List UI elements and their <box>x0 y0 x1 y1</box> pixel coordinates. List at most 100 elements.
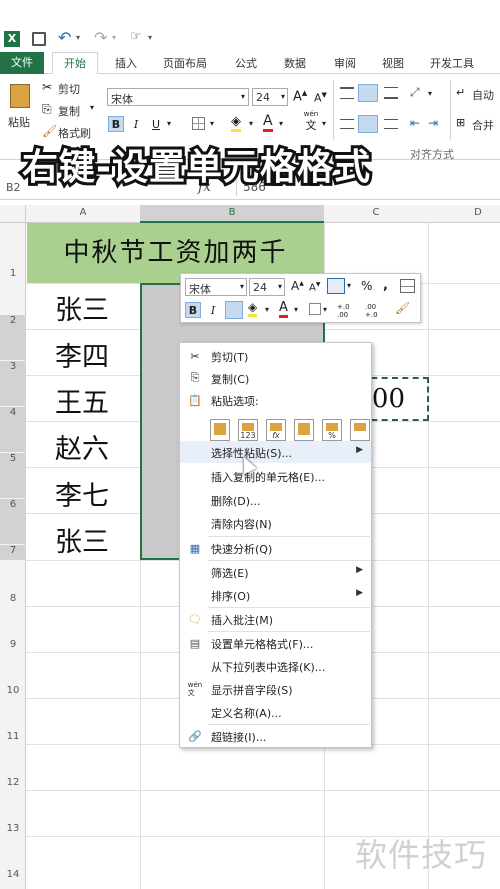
decrease-indent-icon[interactable]: ⇤ <box>410 116 420 130</box>
mini-format-table-icon[interactable] <box>400 279 415 293</box>
paste-icon[interactable] <box>210 419 230 441</box>
column-header-b[interactable]: B <box>140 205 324 223</box>
row-header[interactable]: 14 <box>0 869 26 880</box>
menu-item-insert-comment[interactable]: 🗨 插入批注(M) <box>180 608 371 630</box>
cell-name[interactable]: 张三 <box>55 520 109 559</box>
tab-formulas[interactable]: 公式 <box>235 55 257 71</box>
row-header[interactable]: 5 <box>0 453 26 498</box>
fill-color-icon[interactable]: ◈ <box>231 114 241 132</box>
mini-decrease-font-icon[interactable]: A▼ <box>309 281 320 293</box>
row-header[interactable]: 11 <box>0 731 26 742</box>
row-header[interactable]: 4 <box>0 407 26 452</box>
phonetic-icon[interactable]: wén 文 <box>300 109 322 135</box>
paste-formatting-icon[interactable]: % <box>322 419 342 441</box>
orientation-dropdown-icon[interactable]: ▾ <box>428 89 432 98</box>
align-bottom-icon[interactable] <box>384 87 398 99</box>
cut-button[interactable]: ✂ 剪切 <box>42 80 102 96</box>
phonetic-dropdown-icon[interactable]: ▾ <box>322 119 326 128</box>
increase-indent-icon[interactable]: ⇥ <box>428 116 438 130</box>
mini-fill-color-icon[interactable]: ◈ <box>248 300 258 317</box>
row-header[interactable]: 7 <box>0 545 26 560</box>
menu-item-cut[interactable]: ✂ 剪切(T) <box>180 345 371 367</box>
italic-button[interactable]: I <box>128 116 144 132</box>
mini-italic-button[interactable]: I <box>205 302 221 318</box>
font-name-select[interactable]: 宋体 ▾ <box>107 88 249 106</box>
mini-percent-icon[interactable]: % <box>361 279 372 293</box>
tab-page-layout[interactable]: 页面布局 <box>163 55 207 71</box>
tab-view[interactable]: 视图 <box>382 55 404 71</box>
column-header-d[interactable]: D <box>428 207 500 218</box>
save-icon[interactable] <box>32 32 46 46</box>
underline-button[interactable]: U <box>148 116 164 132</box>
mini-font-size-select[interactable]: 24 ▾ <box>249 278 285 296</box>
cell-name[interactable]: 王五 <box>55 381 109 420</box>
row-header[interactable]: 10 <box>0 685 26 696</box>
orientation-icon[interactable]: ⤢ <box>410 85 420 100</box>
align-center-icon[interactable] <box>358 115 378 133</box>
copy-dropdown-icon[interactable]: ▾ <box>90 103 94 112</box>
mini-font-color-icon[interactable]: A <box>279 300 288 318</box>
paste-formulas-icon[interactable]: fx <box>266 419 286 441</box>
menu-item-show-phonetic[interactable]: wén 文 显示拼音字段(S) <box>180 678 371 700</box>
borders-icon[interactable] <box>192 117 205 130</box>
font-color-dropdown-icon[interactable]: ▾ <box>279 119 283 128</box>
tab-developer[interactable]: 开发工具 <box>430 55 474 71</box>
row-header[interactable]: 2 <box>0 315 26 360</box>
menu-item-pick-from-list[interactable]: 从下拉列表中选择(K)... <box>180 655 371 677</box>
mini-font-color-dropdown-icon[interactable]: ▾ <box>294 305 298 314</box>
increase-font-icon[interactable]: A▲ <box>293 89 307 104</box>
tab-insert[interactable]: 插入 <box>115 55 137 71</box>
merge-center-button[interactable]: ⊞ 合并 <box>456 116 500 132</box>
redo-icon[interactable]: ↷ <box>94 28 107 47</box>
mini-font-name-select[interactable]: 宋体 ▾ <box>185 278 247 296</box>
tab-review[interactable]: 审阅 <box>334 55 356 71</box>
row-header[interactable]: 3 <box>0 361 26 406</box>
mini-font-name-dropdown-icon[interactable]: ▾ <box>240 282 244 291</box>
mini-number-format-icon[interactable] <box>327 278 345 294</box>
row-header[interactable]: 12 <box>0 777 26 788</box>
menu-item-define-name[interactable]: 定义名称(A)... <box>180 701 371 723</box>
mini-comma-icon[interactable]: , <box>383 278 388 293</box>
menu-item-sort[interactable]: 排序(O) ▶ <box>180 584 371 606</box>
select-all-corner[interactable] <box>0 205 26 223</box>
fill-color-dropdown-icon[interactable]: ▾ <box>249 119 253 128</box>
menu-item-delete[interactable]: 删除(D)... <box>180 489 371 511</box>
wrap-text-button[interactable]: ↵ 自动 <box>456 86 500 102</box>
customize-dropdown-icon[interactable]: ▾ <box>148 33 152 42</box>
menu-item-format-cells[interactable]: ▤ 设置单元格格式(F)... <box>180 632 371 654</box>
bold-button[interactable]: B <box>108 116 124 132</box>
menu-item-filter[interactable]: 筛选(E) ▶ <box>180 561 371 583</box>
row-header[interactable]: 6 <box>0 499 26 544</box>
cell-name[interactable]: 李七 <box>55 474 109 513</box>
mini-borders-dropdown-icon[interactable]: ▾ <box>323 305 327 314</box>
copy-button[interactable]: ⎘ 复制 ▾ <box>42 102 102 118</box>
mini-bold-button[interactable]: B <box>185 302 201 318</box>
menu-item-insert-copied-cells[interactable]: 插入复制的单元格(E)... <box>180 465 371 487</box>
cell-name[interactable]: 李四 <box>55 335 109 374</box>
row-header[interactable]: 13 <box>0 823 26 834</box>
mini-align-center-icon[interactable] <box>225 301 243 319</box>
menu-item-copy[interactable]: ⎘ 复制(C) <box>180 367 371 389</box>
mini-format-painter-icon[interactable]: 🖌 <box>395 301 410 315</box>
tab-home[interactable]: 开始 <box>52 52 98 75</box>
decrease-font-icon[interactable]: A▼ <box>314 91 327 105</box>
tab-data[interactable]: 数据 <box>284 55 306 71</box>
menu-item-quick-analysis[interactable]: ▦ 快速分析(Q) <box>180 537 371 559</box>
row-header[interactable]: 1 <box>0 268 26 279</box>
mini-borders-icon[interactable] <box>309 303 321 315</box>
paste-values-icon[interactable]: 123 <box>238 419 258 441</box>
underline-dropdown-icon[interactable]: ▾ <box>167 119 171 128</box>
mini-increase-font-icon[interactable]: A▲ <box>291 279 304 293</box>
align-top-icon[interactable] <box>340 87 354 99</box>
mini-increase-decimal-icon[interactable]: +.0 .00 <box>337 303 361 319</box>
cell-name[interactable]: 张三 <box>55 288 109 327</box>
row-header[interactable]: 8 <box>0 593 26 604</box>
align-middle-icon[interactable] <box>358 84 378 102</box>
undo-dropdown-icon[interactable]: ▾ <box>76 33 80 42</box>
tab-file[interactable]: 文件 <box>0 52 44 74</box>
font-name-dropdown-icon[interactable]: ▾ <box>241 92 245 101</box>
cell-name[interactable]: 赵六 <box>55 427 109 466</box>
mini-font-size-dropdown-icon[interactable]: ▾ <box>278 282 282 291</box>
mini-decrease-decimal-icon[interactable]: .00 +.0 <box>365 303 389 319</box>
redo-dropdown-icon[interactable]: ▾ <box>112 33 116 42</box>
